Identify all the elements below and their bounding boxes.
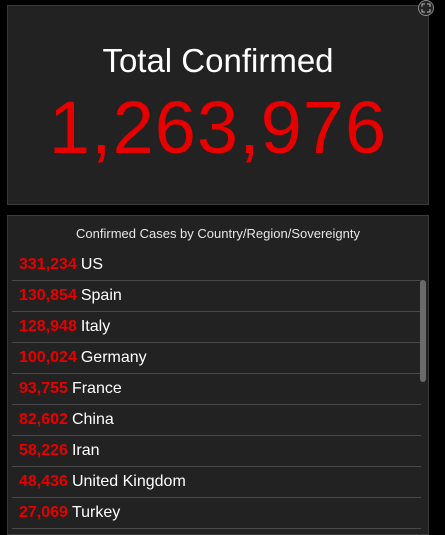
country-name: Germany	[80, 349, 147, 366]
case-count: 82,602	[19, 411, 68, 428]
case-count: 58,226	[19, 442, 68, 459]
country-name: Turkey	[71, 504, 121, 521]
list-item[interactable]: 130,854 Spain	[12, 281, 421, 312]
list-item[interactable]: 93,755 France	[12, 374, 421, 405]
list-item[interactable]: 100,024 Germany	[12, 343, 421, 374]
case-count: 93,755	[19, 380, 68, 397]
country-name: Italy	[80, 318, 111, 335]
country-list: 331,234 US 130,854 Spain 128,948 Italy 100,…	[12, 250, 421, 529]
total-confirmed-value: 1,263,976	[48, 86, 388, 169]
cases-by-country-panel: Confirmed Cases by Country/Region/Sovere…	[7, 215, 429, 535]
list-item[interactable]: 331,234 US	[12, 250, 421, 281]
list-title: Confirmed Cases by Country/Region/Sovere…	[76, 226, 360, 241]
country-name: Spain	[80, 287, 122, 304]
list-item[interactable]: 48,436 United Kingdom	[12, 467, 421, 498]
case-count: 331,234	[19, 256, 77, 273]
scrollbar-thumb[interactable]	[420, 280, 426, 382]
country-name: United Kingdom	[71, 473, 186, 490]
list-item[interactable]: 58,226 Iran	[12, 436, 421, 467]
expand-button[interactable]	[418, 0, 434, 16]
case-count: 27,069	[19, 504, 68, 521]
case-count: 128,948	[19, 318, 77, 335]
case-count: 100,024	[19, 349, 77, 366]
expand-icon	[421, 3, 431, 13]
country-name: US	[80, 256, 104, 273]
country-name: France	[71, 380, 122, 397]
total-confirmed-title: Total Confirmed	[102, 42, 334, 79]
list-item[interactable]: 27,069 Turkey	[12, 498, 421, 529]
list-item[interactable]: 128,948 Italy	[12, 312, 421, 343]
country-name: China	[71, 411, 114, 428]
list-item[interactable]: 82,602 China	[12, 405, 421, 436]
case-count: 130,854	[19, 287, 77, 304]
total-confirmed-panel: Total Confirmed 1,263,976	[7, 5, 429, 205]
country-name: Iran	[71, 442, 100, 459]
case-count: 48,436	[19, 473, 68, 490]
